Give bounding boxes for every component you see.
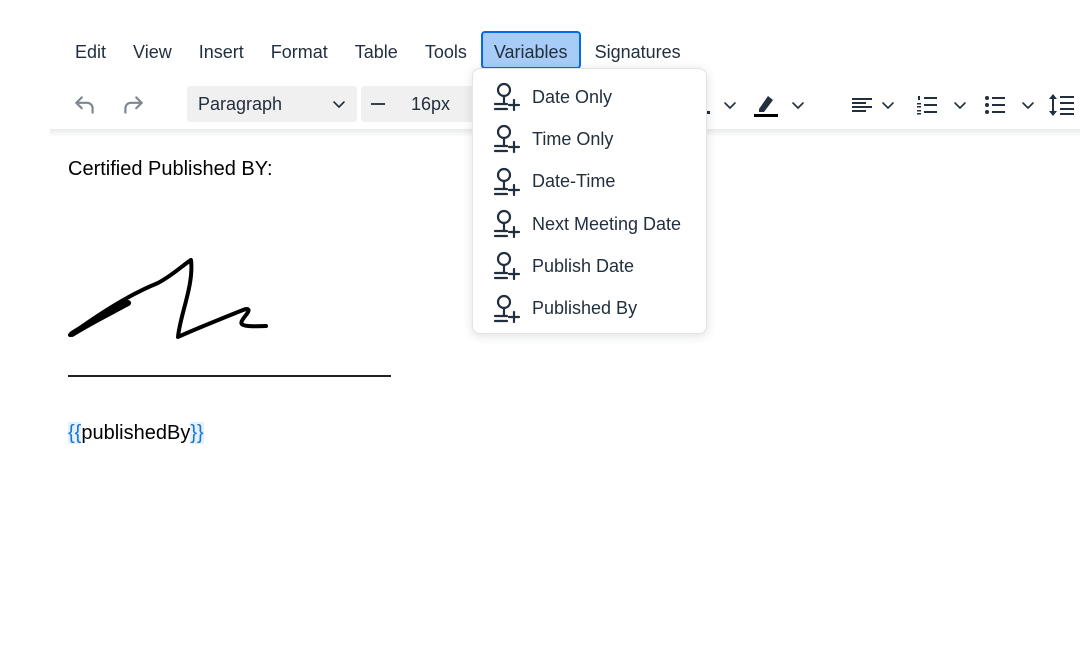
chevron-down-icon <box>882 102 894 109</box>
line-height-button[interactable] <box>1046 88 1076 122</box>
menu-item-label: Publish Date <box>532 255 635 276</box>
menu-item-time-only[interactable]: Time Only <box>473 118 706 160</box>
redo-button[interactable] <box>116 88 150 122</box>
menu-format[interactable]: Format <box>258 31 341 69</box>
block-format-label: Paragraph <box>198 93 283 114</box>
text-color-dropdown[interactable] <box>718 88 742 122</box>
variable-name: publishedBy <box>81 422 191 444</box>
menu-variables[interactable]: Variables <box>480 31 581 69</box>
menu-tools[interactable]: Tools <box>412 31 480 69</box>
highlight-button[interactable] <box>748 88 782 122</box>
insert-variable-icon <box>493 251 521 281</box>
signature-line <box>68 375 391 377</box>
font-size-value[interactable]: 16px <box>411 86 450 122</box>
insert-variable-icon <box>493 124 521 154</box>
chevron-down-icon <box>333 101 345 108</box>
menu-item-publish-date[interactable]: Publish Date <box>473 245 706 287</box>
highlighter-icon <box>754 96 778 117</box>
menu-signatures[interactable]: Signatures <box>582 31 694 69</box>
chevron-down-icon <box>1022 102 1034 109</box>
undo-icon <box>75 96 94 114</box>
published-by-variable[interactable]: {{publishedBy}} <box>68 422 204 445</box>
signature-image <box>68 258 268 339</box>
insert-variable-icon <box>493 294 521 324</box>
insert-variable-icon <box>493 167 521 197</box>
menubar: Edit View Insert Format Table Tools Vari… <box>62 30 695 70</box>
highlight-dropdown[interactable] <box>786 88 810 122</box>
variables-dropdown-menu: Date Only Time Only Date-Time Next Meeti… <box>472 68 707 334</box>
menu-item-label: Next Meeting Date <box>532 213 682 234</box>
minus-icon <box>371 103 385 105</box>
menu-item-label: Date Only <box>532 86 613 107</box>
align-left-icon <box>852 98 872 112</box>
insert-variable-icon <box>493 209 521 239</box>
menu-item-date-time[interactable]: Date-Time <box>473 161 706 203</box>
chevron-down-icon <box>724 102 736 109</box>
block-format-select[interactable]: Paragraph <box>187 86 357 122</box>
bullet-list-button[interactable] <box>980 88 1010 122</box>
menu-table[interactable]: Table <box>342 31 411 69</box>
insert-variable-icon <box>493 82 521 112</box>
numbered-list-icon <box>917 96 937 115</box>
font-size-decrease-button[interactable] <box>361 86 395 122</box>
chevron-down-icon <box>792 102 804 109</box>
menu-view[interactable]: View <box>120 31 185 69</box>
numbered-list-dropdown[interactable] <box>948 88 972 122</box>
variable-close-brace: }} <box>190 422 204 444</box>
menu-item-label: Time Only <box>532 128 614 149</box>
line-height-icon <box>1049 94 1074 116</box>
bullet-list-icon <box>985 96 1005 114</box>
menu-item-label: Published By <box>532 298 638 319</box>
menu-item-published-by[interactable]: Published By <box>473 287 706 329</box>
align-left-button[interactable] <box>847 88 877 122</box>
menu-insert[interactable]: Insert <box>186 31 257 69</box>
variable-open-brace: {{ <box>68 422 82 444</box>
redo-icon <box>124 96 143 114</box>
font-size-group: 16px <box>361 86 476 122</box>
certified-heading: Certified Published BY: <box>68 158 273 180</box>
align-dropdown[interactable] <box>876 88 900 122</box>
menu-item-date-only[interactable]: Date Only <box>473 76 706 118</box>
undo-button[interactable] <box>68 88 102 122</box>
menu-item-next-meeting-date[interactable]: Next Meeting Date <box>473 203 706 245</box>
numbered-list-button[interactable] <box>912 88 942 122</box>
bullet-list-dropdown[interactable] <box>1016 88 1040 122</box>
chevron-down-icon <box>954 102 966 109</box>
menu-item-label: Date-Time <box>532 171 616 192</box>
menu-edit[interactable]: Edit <box>62 31 119 69</box>
